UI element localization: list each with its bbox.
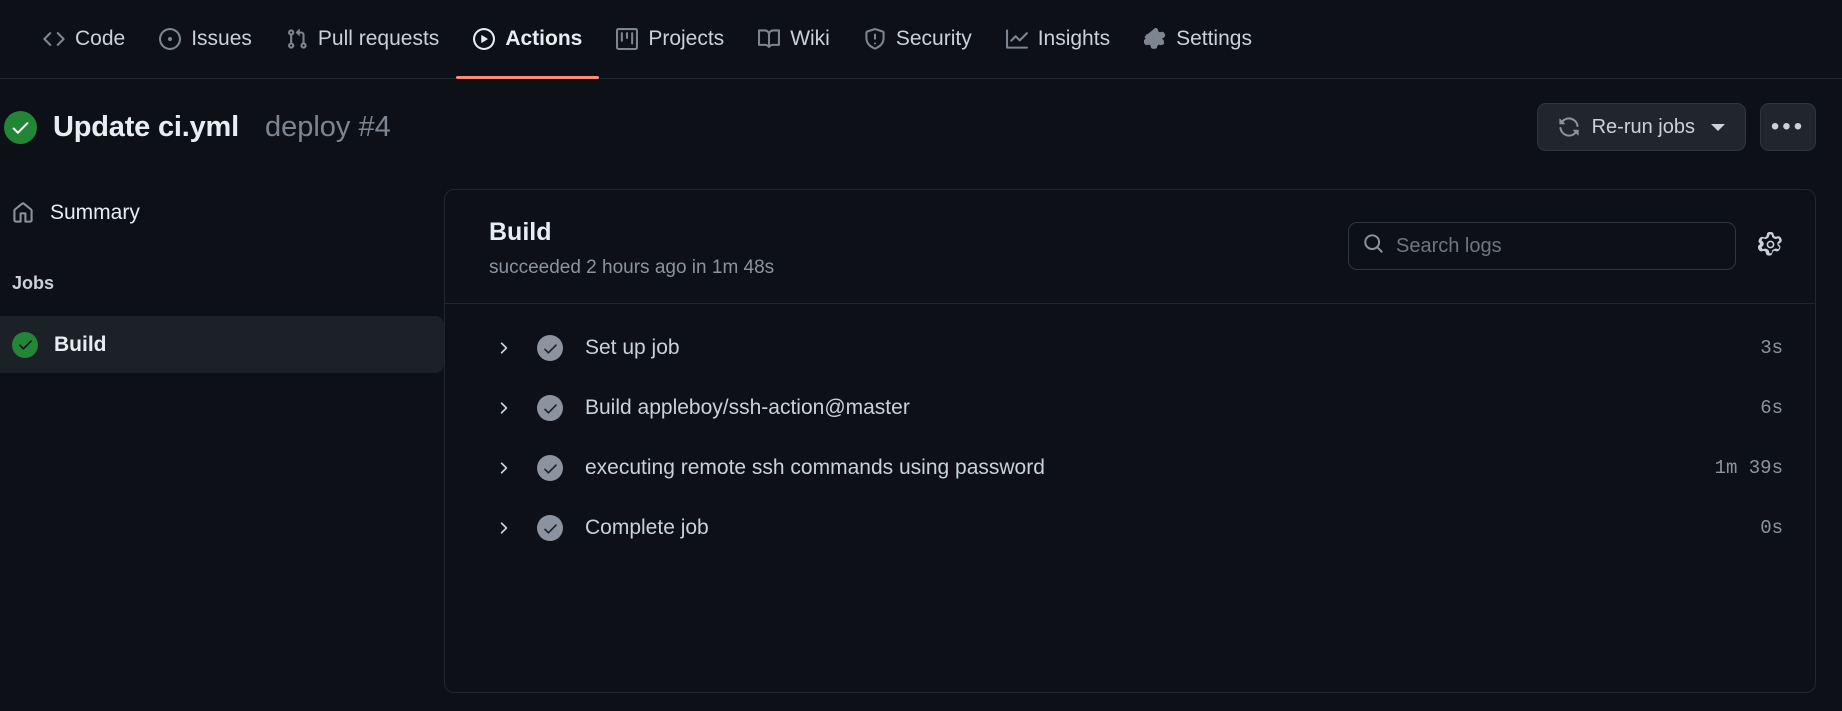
nav-item-label: Pull requests xyxy=(317,27,440,50)
project-icon xyxy=(616,28,639,50)
step-name: Complete job xyxy=(585,516,709,539)
play-icon xyxy=(473,28,496,50)
check-circle-fill-icon xyxy=(12,331,38,358)
step-duration: 3s xyxy=(1760,337,1783,359)
code-icon xyxy=(43,28,65,50)
issue-opened-icon xyxy=(159,28,182,50)
step-row[interactable]: executing remote ssh commands using pass… xyxy=(445,438,1815,498)
run-subtitle-text: deploy #4 xyxy=(264,110,391,143)
re-run-jobs-label: Re-run jobs xyxy=(1591,115,1695,138)
nav-item-wiki[interactable]: Wiki xyxy=(741,14,847,64)
step-duration: 1m 39s xyxy=(1714,457,1783,479)
step-success-icon xyxy=(537,455,563,481)
search-icon xyxy=(1363,233,1384,259)
nav-item-label: Settings xyxy=(1176,27,1252,50)
book-icon xyxy=(758,28,781,50)
sync-icon xyxy=(1558,116,1580,138)
nav-item-issues[interactable]: Issues xyxy=(142,14,269,64)
sidebar-item-summary[interactable]: Summary xyxy=(0,189,444,237)
workflow-run-header: Update ci.yml deploy #4 Re-run jobs ••• xyxy=(0,79,1842,175)
nav-item-pull-requests[interactable]: Pull requests xyxy=(269,14,456,64)
shield-icon xyxy=(864,28,886,50)
job-status-text: succeeded 2 hours ago in 1m 48s xyxy=(489,257,775,278)
search-logs-box[interactable] xyxy=(1348,222,1736,270)
git-pull-request-icon xyxy=(286,28,308,50)
nav-item-code[interactable]: Code xyxy=(26,14,142,64)
step-duration: 0s xyxy=(1760,517,1783,539)
nav-item-label: Projects xyxy=(648,27,725,50)
chevron-right-icon[interactable] xyxy=(489,399,517,417)
run-sidebar: Summary Jobs Build xyxy=(0,175,444,711)
search-logs-input[interactable] xyxy=(1396,234,1721,258)
re-run-jobs-button[interactable]: Re-run jobs xyxy=(1536,103,1746,151)
nav-item-settings[interactable]: Settings xyxy=(1127,14,1269,64)
nav-item-label: Wiki xyxy=(790,27,830,50)
chevron-down-icon xyxy=(1711,123,1725,131)
step-success-icon xyxy=(537,395,563,421)
sidebar-job-build[interactable]: Build xyxy=(0,316,444,373)
nav-item-label: Security xyxy=(895,27,972,50)
gear-icon xyxy=(1144,28,1166,50)
job-panel-heading-group: Build succeeded 2 hours ago in 1m 48s xyxy=(489,218,774,279)
job-steps-list: Set up job 3s Build appleboy/ssh-action@… xyxy=(445,304,1815,558)
nav-item-actions[interactable]: Actions xyxy=(456,14,600,79)
step-row[interactable]: Complete job 0s xyxy=(445,498,1815,558)
job-panel-tools xyxy=(1348,218,1783,270)
sidebar-jobs-heading: Jobs xyxy=(12,273,55,293)
sidebar-item-label: Summary xyxy=(50,201,140,224)
chevron-right-icon[interactable] xyxy=(489,519,517,537)
step-success-icon xyxy=(537,515,563,541)
page-title: Update ci.yml deploy #4 xyxy=(4,110,391,144)
step-name: Set up job xyxy=(585,336,680,359)
graph-icon xyxy=(1005,28,1028,50)
nav-item-label: Actions xyxy=(505,27,583,50)
log-settings-button[interactable] xyxy=(1757,231,1783,260)
nav-item-projects[interactable]: Projects xyxy=(599,14,741,64)
nav-item-security[interactable]: Security xyxy=(847,14,989,64)
run-body: Summary Jobs Build Build succeeded 2 hou… xyxy=(0,175,1842,711)
nav-item-label: Insights xyxy=(1037,27,1111,50)
home-icon xyxy=(12,202,34,224)
job-log-panel: Build succeeded 2 hours ago in 1m 48s Se… xyxy=(444,189,1816,693)
step-name: Build appleboy/ssh-action@master xyxy=(585,396,910,419)
step-name: executing remote ssh commands using pass… xyxy=(585,456,1045,479)
chevron-right-icon[interactable] xyxy=(489,459,517,477)
header-actions: Re-run jobs ••• xyxy=(1536,103,1816,151)
nav-item-label: Issues xyxy=(191,27,252,50)
job-title: Build xyxy=(489,218,552,246)
gear-icon xyxy=(1757,231,1783,260)
nav-item-label: Code xyxy=(75,27,126,50)
job-panel-header: Build succeeded 2 hours ago in 1m 48s xyxy=(445,190,1815,304)
step-row[interactable]: Set up job 3s xyxy=(445,318,1815,378)
repo-navigation: Code Issues Pull requests Actions Projec… xyxy=(0,0,1842,79)
nav-item-insights[interactable]: Insights xyxy=(989,14,1127,64)
step-duration: 6s xyxy=(1760,397,1783,419)
run-title-text: Update ci.yml xyxy=(53,110,239,143)
kebab-horizontal-icon: ••• xyxy=(1770,113,1806,140)
more-options-button[interactable]: ••• xyxy=(1760,103,1816,151)
chevron-right-icon[interactable] xyxy=(489,339,517,357)
sidebar-job-label: Build xyxy=(54,332,107,356)
step-success-icon xyxy=(537,335,563,361)
step-row[interactable]: Build appleboy/ssh-action@master 6s xyxy=(445,378,1815,438)
check-circle-fill-icon xyxy=(4,110,37,144)
